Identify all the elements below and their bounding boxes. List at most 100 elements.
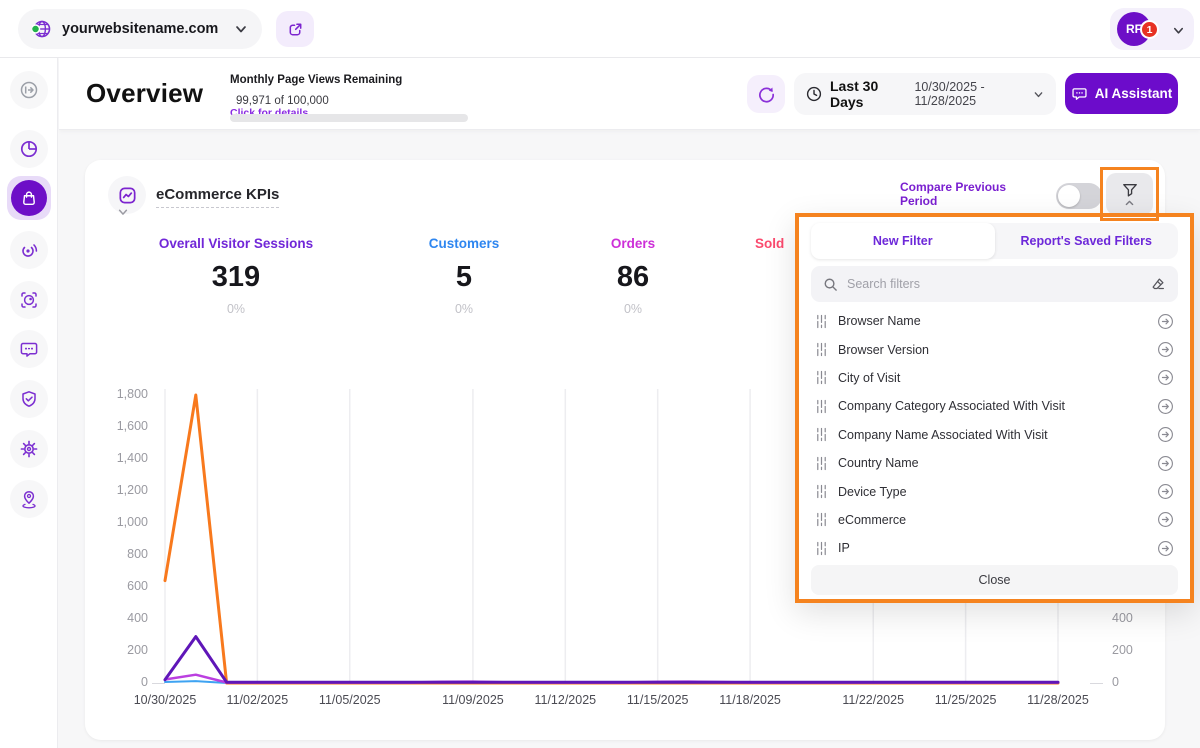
chevron-down-icon[interactable] [117, 206, 129, 218]
quota-progress-fill [230, 114, 468, 122]
kpi-value: 5 [389, 261, 539, 294]
filter-row[interactable]: Device Type [799, 477, 1190, 505]
filter-row-label: Browser Version [838, 343, 929, 357]
y-axis-tick-label: 400 [92, 611, 148, 625]
filter-row-label: Company Category Associated With Visit [838, 399, 1065, 413]
kpi-change: 0% [568, 302, 698, 316]
x-axis-tick-label: 11/28/2025 [1013, 693, 1103, 707]
sidebar-nav [0, 58, 58, 748]
page-header: Overview Monthly Page Views Remaining 99… [59, 58, 1200, 130]
filter-row[interactable]: Country Name [799, 449, 1190, 477]
radar-icon [19, 240, 39, 260]
sidebar-item-settings[interactable] [10, 430, 48, 468]
y-axis-tick-label: 800 [92, 547, 148, 561]
sidebar-item-dashboard[interactable] [10, 130, 48, 168]
sidebar-item-privacy[interactable] [10, 380, 48, 418]
sliders-grip-icon[interactable] [815, 541, 828, 556]
x-axis-tick-label: 11/05/2025 [305, 693, 395, 707]
y-axis-tick-label: 1,600 [92, 419, 148, 433]
sidebar-item-behaviour[interactable] [10, 231, 48, 269]
right-y-axis-tick-label: 400 [1112, 611, 1133, 625]
sliders-grip-icon[interactable] [815, 484, 828, 499]
filter-row-label: Company Name Associated With Visit [838, 428, 1048, 442]
sliders-grip-icon[interactable] [815, 427, 828, 442]
website-selector[interactable]: yourwebsitename.com [18, 9, 262, 49]
x-axis-tick-label: 11/22/2025 [828, 693, 918, 707]
filter-button[interactable] [1106, 173, 1153, 215]
quota-label: Monthly Page Views Remaining [230, 74, 402, 86]
arrow-right-circle-icon[interactable] [1157, 483, 1174, 500]
sidebar-item-expand[interactable] [10, 71, 48, 109]
chevron-up-icon [1124, 199, 1135, 206]
sidebar-item-ecommerce[interactable] [7, 176, 51, 220]
y-axis-tick-label: 600 [92, 579, 148, 593]
tab-new-filter[interactable]: New Filter [811, 223, 995, 259]
sliders-grip-icon[interactable] [815, 314, 828, 329]
refresh-button[interactable] [747, 75, 785, 113]
ai-assistant-label: AI Assistant [1095, 86, 1173, 101]
pie-chart-icon [19, 139, 39, 159]
right-y-axis-tick-label: 0 [1112, 675, 1119, 689]
ai-assistant-button[interactable]: AI Assistant [1065, 73, 1178, 114]
kpi-label[interactable]: Orders [568, 236, 698, 251]
sidebar-item-location[interactable] [10, 480, 48, 518]
chevron-down-icon [234, 22, 248, 36]
arrow-right-circle-icon[interactable] [1157, 313, 1174, 330]
y-axis-tick-label: 1,200 [92, 483, 148, 497]
axis-zero-tick [152, 683, 165, 684]
sidebar-item-feedback[interactable] [10, 330, 48, 368]
arrow-right-circle-icon[interactable] [1157, 369, 1174, 386]
kpi-label[interactable]: Overall Visitor Sessions [121, 236, 351, 251]
card-title[interactable]: eCommerce KPIs [156, 186, 279, 208]
kpi-orders: Orders 86 0% [568, 236, 698, 316]
sliders-grip-icon[interactable] [815, 370, 828, 385]
sliders-grip-icon[interactable] [815, 342, 828, 357]
filter-row-label: eCommerce [838, 513, 906, 527]
shield-check-icon [19, 389, 39, 409]
search-filters-input[interactable] [847, 277, 1150, 291]
filter-row[interactable]: Company Category Associated With Visit [799, 392, 1190, 420]
user-menu[interactable]: RF 1 [1110, 8, 1194, 50]
arrow-right-circle-icon[interactable] [1157, 540, 1174, 557]
filter-row[interactable]: Browser Version [799, 335, 1190, 363]
arrow-right-circle-icon[interactable] [1157, 341, 1174, 358]
kpi-customers: Customers 5 0% [389, 236, 539, 316]
sliders-grip-icon[interactable] [815, 456, 828, 471]
arrow-right-circle-icon[interactable] [1157, 455, 1174, 472]
sliders-grip-icon[interactable] [815, 512, 828, 527]
filter-row[interactable]: eCommerce [799, 506, 1190, 534]
search-icon [823, 277, 838, 292]
x-axis-tick-label: 11/02/2025 [212, 693, 302, 707]
period-range: 10/30/2025 - 11/28/2025 [914, 80, 1029, 108]
filter-row[interactable]: Company Name Associated With Visit [799, 421, 1190, 449]
clear-search-icon[interactable] [1150, 276, 1166, 292]
y-axis-tick-label: 0 [92, 675, 148, 689]
tab-saved-filters[interactable]: Report's Saved Filters [995, 223, 1179, 259]
x-axis-tick-label: 11/12/2025 [520, 693, 610, 707]
filter-funnel-icon [1121, 182, 1139, 198]
compare-toggle[interactable] [1056, 183, 1102, 209]
compare-label[interactable]: Compare Previous Period [900, 180, 1046, 208]
filter-row[interactable]: IP [799, 534, 1190, 562]
kpi-label[interactable]: Customers [389, 236, 539, 251]
right-y-axis-tick-label: 200 [1112, 643, 1133, 657]
x-axis-tick-label: 11/15/2025 [613, 693, 703, 707]
filter-row-label: Browser Name [838, 314, 921, 328]
quota-progress-bar [230, 114, 468, 122]
date-range-selector[interactable]: Last 30 Days 10/30/2025 - 11/28/2025 [794, 73, 1056, 115]
shopping-bag-icon [20, 189, 38, 207]
y-axis-tick-label: 1,800 [92, 387, 148, 401]
sliders-grip-icon[interactable] [815, 399, 828, 414]
sidebar-item-recordings[interactable] [10, 281, 48, 319]
filter-search-bar [811, 266, 1178, 302]
y-axis-tick-label: 200 [92, 643, 148, 657]
filter-row-label: Country Name [838, 456, 919, 470]
chevron-down-icon [1033, 89, 1044, 100]
arrow-right-circle-icon[interactable] [1157, 511, 1174, 528]
filter-row[interactable]: City of Visit [799, 364, 1190, 392]
arrow-right-circle-icon[interactable] [1157, 398, 1174, 415]
arrow-right-circle-icon[interactable] [1157, 426, 1174, 443]
close-button[interactable]: Close [811, 565, 1178, 595]
filter-row[interactable]: Browser Name [799, 307, 1190, 335]
open-website-button[interactable] [276, 11, 314, 47]
